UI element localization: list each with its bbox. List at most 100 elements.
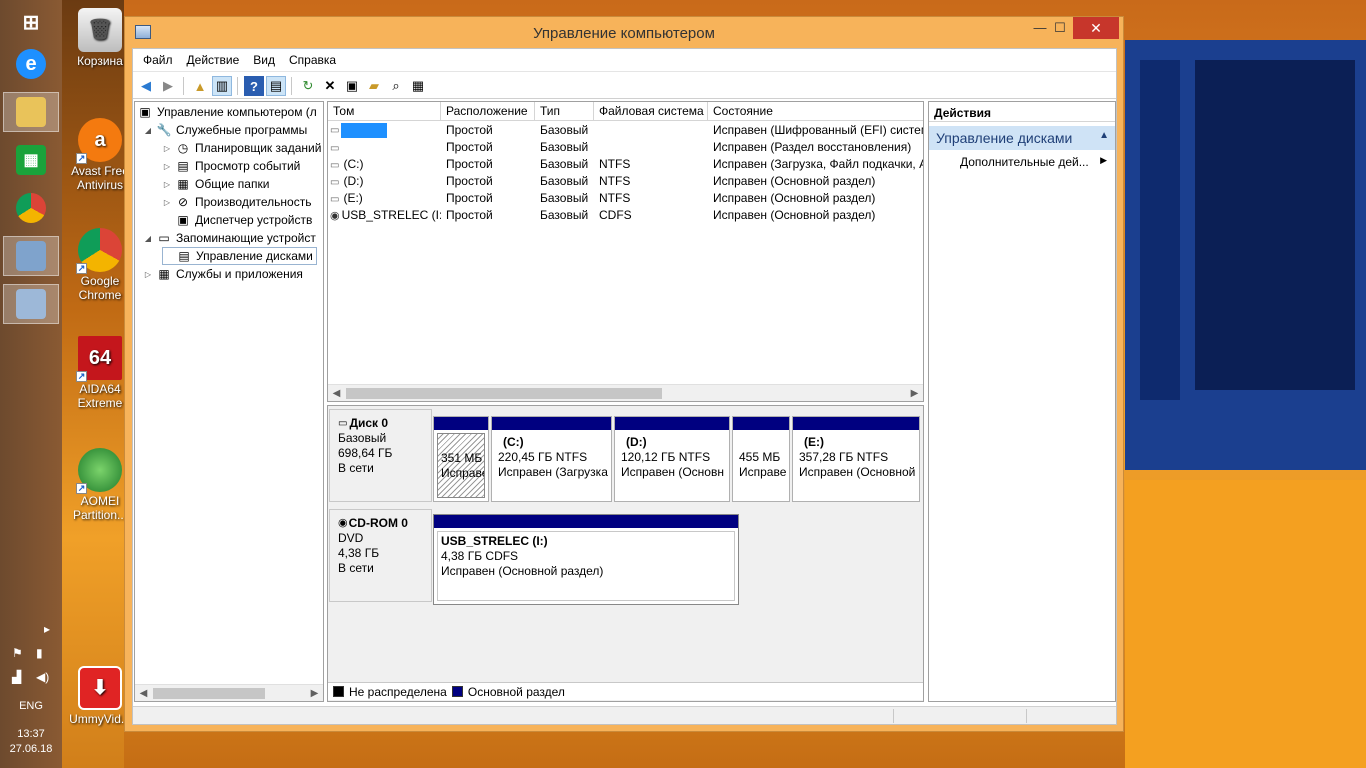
primary-partition-bar	[492, 417, 611, 430]
network-signal-icon[interactable]: ▟	[12, 670, 21, 684]
export-icon[interactable]: ▦	[408, 76, 428, 96]
collapse-triangle-icon[interactable]: ▲	[1099, 130, 1109, 141]
partition[interactable]: (D:) 120,12 ГБ NTFS Исправен (Основн	[614, 416, 730, 502]
column-header-type[interactable]: Тип	[535, 102, 594, 121]
menu-view[interactable]: Вид	[246, 49, 282, 71]
tree-item-performance[interactable]: ▷ ⊘ Производительность	[162, 193, 312, 211]
partition[interactable]: (E:) 357,28 ГБ NTFS Исправен (Основной	[792, 416, 920, 502]
tree-horizontal-scrollbar[interactable]: ◀ ▶	[135, 684, 323, 701]
tree-item-label: Службы и приложения	[176, 267, 303, 281]
tools-icon: 🔧	[156, 123, 172, 137]
expand-toggle-icon[interactable]: ▷	[162, 144, 172, 153]
table-row[interactable]: ▭ (D:) Простой Базовый NTFS Исправен (Осн…	[328, 173, 923, 190]
refresh-icon[interactable]: ↻	[298, 76, 318, 96]
clock-date[interactable]: 27.06.18	[0, 743, 62, 755]
taskbar-chrome[interactable]	[3, 188, 59, 228]
recycle-bin-icon: 🗑	[78, 8, 122, 52]
open-icon[interactable]: ▰	[364, 76, 384, 96]
expand-toggle-icon[interactable]: ▷	[162, 162, 172, 171]
volume-icon[interactable]: ◀)	[36, 670, 49, 684]
disk-label[interactable]: ▭ Диск 0 Базовый 698,64 ГБ В сети	[329, 409, 432, 502]
column-header-layout[interactable]: Расположение	[441, 102, 535, 121]
menu-file[interactable]: Файл	[136, 49, 180, 71]
primary-partition-bar	[733, 417, 789, 430]
partition[interactable]: USB_STRELEC (I:) 4,38 ГБ CDFS Исправен (…	[433, 514, 739, 605]
partition[interactable]: (C:) 220,45 ГБ NTFS Исправен (Загрузка	[491, 416, 612, 502]
table-row[interactable]: ▭ (C:) Простой Базовый NTFS Исправен (Заг…	[328, 156, 923, 173]
forward-arrow-icon[interactable]: ▶	[158, 76, 178, 96]
language-indicator[interactable]: ENG	[0, 700, 62, 712]
properties-icon[interactable]: ▣	[342, 76, 362, 96]
scroll-left-icon[interactable]: ◀	[135, 685, 152, 701]
column-header-filesystem[interactable]: Файловая система	[594, 102, 708, 121]
battery-icon[interactable]: ▮	[36, 646, 43, 660]
expand-toggle-icon[interactable]: ▷	[143, 270, 153, 279]
partition-body: 455 МБ Исправе	[736, 433, 786, 498]
menu-action[interactable]: Действие	[180, 49, 247, 71]
partition[interactable]: 455 МБ Исправе	[732, 416, 790, 502]
partition-body: (C:) 220,45 ГБ NTFS Исправен (Загрузка	[495, 433, 608, 498]
taskbar-remote[interactable]	[3, 236, 59, 276]
show-hidden-icons-icon[interactable]: ▸	[44, 622, 50, 636]
type-cell: Базовый	[540, 157, 589, 171]
primary-partition-bar	[434, 515, 738, 528]
volume-name: (D:)	[343, 174, 364, 188]
collapse-toggle-icon[interactable]: ◢	[143, 234, 153, 243]
hard-disk-icon: ▭	[338, 418, 348, 429]
scroll-right-icon[interactable]: ▶	[306, 685, 323, 701]
expand-toggle-icon[interactable]: ▷	[162, 180, 172, 189]
taskbar-store[interactable]: ▦	[3, 140, 59, 180]
folder-up-icon[interactable]: ▲	[190, 76, 210, 96]
maximize-button[interactable]: ☐	[1045, 17, 1075, 39]
disk-type: Базовый	[338, 431, 387, 445]
show-action-pane-icon[interactable]: ▤	[266, 76, 286, 96]
tree-root[interactable]: ▣ Управление компьютером (л	[137, 103, 316, 121]
column-header-volume[interactable]: Том	[328, 102, 441, 121]
storage-icon: ▭	[158, 231, 170, 245]
actions-section[interactable]: Управление дисками ▲	[929, 126, 1115, 150]
toolbar-separator	[183, 77, 184, 95]
scroll-thumb[interactable]	[346, 388, 662, 399]
more-actions-item[interactable]: Дополнительные дей... ▶	[929, 153, 1115, 171]
tree-item-label: Планировщик заданий	[195, 141, 322, 155]
actions-header: Действия	[929, 102, 1115, 122]
volume-list-horizontal-scrollbar[interactable]: ◀ ▶	[328, 384, 923, 401]
tree-item-disk-management[interactable]: ▤ Управление дисками	[162, 247, 317, 265]
table-row[interactable]: ▭ Простой Базовый Исправен (Шифрованный …	[328, 122, 923, 139]
clock-time[interactable]: 13:37	[0, 728, 62, 740]
tree-item-shared-folders[interactable]: ▷ ▦ Общие папки	[162, 175, 270, 193]
taskbar-computer-management[interactable]	[3, 284, 59, 324]
volume-name: USB_STRELEC (I:)	[341, 208, 441, 222]
tree-item-task-scheduler[interactable]: ▷ ◷ Планировщик заданий	[162, 139, 321, 157]
table-row[interactable]: ▭ (E:) Простой Базовый NTFS Исправен (Осн…	[328, 190, 923, 207]
tree-item-event-viewer[interactable]: ▷ ▤ Просмотр событий	[162, 157, 300, 175]
column-header-status[interactable]: Состояние	[708, 102, 923, 121]
collapse-toggle-icon[interactable]: ◢	[143, 126, 153, 135]
action-center-flag-icon[interactable]: ⚑	[12, 646, 23, 660]
back-arrow-icon[interactable]: ◀	[136, 76, 156, 96]
tree-item-system-tools[interactable]: ◢ 🔧 Служебные программы	[143, 121, 307, 139]
table-row[interactable]: ◉ USB_STRELEC (I:) Простой Базовый CDFS И…	[328, 207, 923, 224]
help-icon[interactable]: ?	[244, 76, 264, 96]
show-hide-tree-icon[interactable]: ▥	[212, 76, 232, 96]
tree-item-storage[interactable]: ◢ ▭ Запоминающие устройст	[143, 229, 316, 247]
partition[interactable]: 351 МБ Исправен	[433, 416, 489, 502]
wallpaper-panel	[1140, 60, 1180, 400]
taskbar-ie[interactable]: e	[3, 44, 59, 84]
scroll-left-icon[interactable]: ◀	[328, 385, 345, 401]
cd-icon: ◉	[330, 210, 340, 222]
search-icon[interactable]: ⌕	[386, 76, 406, 96]
title-bar[interactable]: Управление компьютером — ☐ ✕	[125, 17, 1123, 49]
table-row[interactable]: ▭ Простой Базовый Исправен (Раздел восст…	[328, 139, 923, 156]
scroll-right-icon[interactable]: ▶	[906, 385, 923, 401]
close-button[interactable]: ✕	[1073, 17, 1119, 39]
tree-item-device-manager[interactable]: ▣ Диспетчер устройств	[162, 211, 312, 229]
scroll-thumb[interactable]	[153, 688, 265, 699]
disk-label[interactable]: ◉ CD-ROM 0 DVD 4,38 ГБ В сети	[329, 509, 432, 602]
taskbar-explorer[interactable]	[3, 92, 59, 132]
tree-item-services[interactable]: ▷ ▦ Службы и приложения	[143, 265, 303, 283]
start-button[interactable]: ⊞	[3, 2, 59, 42]
menu-help[interactable]: Справка	[282, 49, 343, 71]
expand-toggle-icon[interactable]: ▷	[162, 198, 172, 207]
delete-icon[interactable]: ✕	[320, 76, 340, 96]
